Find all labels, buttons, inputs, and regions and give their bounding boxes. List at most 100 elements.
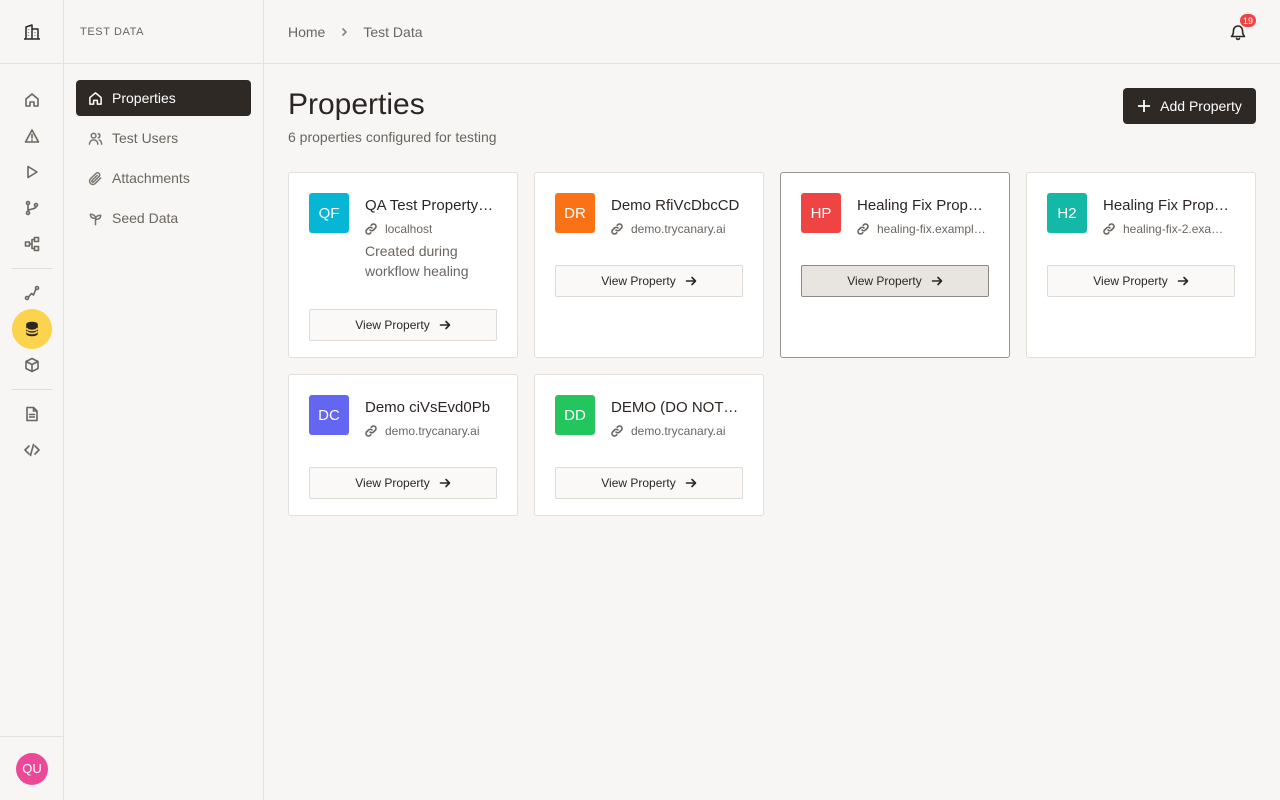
property-name: Demo RfiVcDbcCD [611, 197, 740, 214]
arrow-right-icon [685, 276, 697, 286]
property-name: QA Test Property From Fix [365, 197, 495, 214]
link-icon [365, 223, 377, 235]
workflow-icon [24, 236, 40, 252]
view-property-button[interactable]: View Property [309, 309, 497, 341]
sidebar-item-seed-data[interactable]: Seed Data [76, 200, 251, 236]
property-url-text: healing-fix-2.example.com [1123, 222, 1233, 236]
page-title: Properties [288, 88, 425, 121]
link-icon [857, 223, 869, 235]
play-icon [27, 165, 38, 179]
property-name: Healing Fix Property 2 [1103, 197, 1233, 214]
property-name: Healing Fix Property [857, 197, 987, 214]
test-data-sidebar: TEST DATA Properties Test Users Attachme… [64, 0, 264, 800]
breadcrumb-home-link[interactable]: Home [288, 24, 325, 40]
property-url: healing-fix-2.example.com [1103, 222, 1233, 236]
users-icon [88, 132, 103, 145]
view-property-button[interactable]: View Property [801, 265, 989, 297]
plus-icon [1138, 100, 1151, 112]
rail-branches-button[interactable] [12, 188, 52, 228]
property-url-text: healing-fix.example.com [877, 222, 987, 236]
property-url: demo.trycanary.ai [611, 222, 741, 236]
view-property-label: View Property [601, 476, 676, 490]
property-name: DEMO (DO NOT DELETE) [611, 399, 741, 416]
rail-run-button[interactable] [12, 152, 52, 192]
property-url-text: localhost [385, 222, 433, 236]
view-property-button[interactable]: View Property [1047, 265, 1235, 297]
property-card: H2 Healing Fix Property 2 healing-fix-2.… [1026, 172, 1256, 358]
link-icon [611, 223, 623, 235]
link-icon [611, 425, 623, 437]
home-icon [25, 93, 39, 107]
view-property-label: View Property [601, 274, 676, 288]
rail-workflows-button[interactable] [12, 224, 52, 264]
paperclip-icon [88, 171, 102, 185]
property-card: DD DEMO (DO NOT DELETE) demo.trycanary.a… [534, 374, 764, 516]
sidebar-item-label: Properties [112, 90, 176, 106]
sidebar-item-label: Attachments [112, 170, 190, 186]
alert-triangle-icon [24, 129, 40, 143]
arrow-right-icon [1177, 276, 1189, 286]
app-logo[interactable] [0, 0, 63, 64]
view-property-button[interactable]: View Property [555, 265, 743, 297]
view-property-label: View Property [847, 274, 922, 288]
code-icon [24, 443, 40, 457]
sidebar-item-properties[interactable]: Properties [76, 80, 251, 116]
add-property-button[interactable]: Add Property [1123, 88, 1256, 124]
git-branch-icon [25, 200, 39, 216]
rail-packages-button[interactable] [12, 345, 52, 385]
building-icon [23, 23, 40, 40]
breadcrumb: Home Test Data [288, 24, 423, 40]
rail-routes-button[interactable] [12, 273, 52, 313]
top-bar: Home Test Data 19 [264, 0, 1280, 64]
property-card: HP Healing Fix Property healing-fix.exam… [780, 172, 1010, 358]
notification-count-badge: 19 [1239, 14, 1256, 27]
sidebar-item-test-users[interactable]: Test Users [76, 120, 251, 156]
property-url-text: demo.trycanary.ai [631, 424, 726, 438]
chevron-right-icon [339, 27, 349, 37]
sprout-icon [89, 213, 102, 225]
arrow-right-icon [685, 478, 697, 488]
view-property-label: View Property [1093, 274, 1168, 288]
property-description: Created during workflow healing [365, 243, 469, 279]
home-icon [89, 91, 102, 105]
property-url: healing-fix.example.com [857, 222, 987, 236]
link-icon [365, 425, 377, 437]
property-avatar: HP [801, 193, 841, 233]
property-avatar: DD [555, 395, 595, 435]
property-name: Demo ciVsEvd0Pb [365, 399, 491, 416]
property-url: demo.trycanary.ai [611, 424, 741, 438]
rail-divider [12, 389, 52, 390]
rail-test-data-button[interactable] [12, 309, 52, 349]
arrow-right-icon [439, 478, 451, 488]
arrow-right-icon [931, 276, 943, 286]
property-url-text: demo.trycanary.ai [631, 222, 726, 236]
property-url: demo.trycanary.ai [365, 424, 495, 438]
rail-home-button[interactable] [12, 80, 52, 120]
sidebar-section-title: TEST DATA [64, 0, 263, 64]
rail-divider [12, 268, 52, 269]
page-subtitle: 6 properties configured for testing [288, 129, 497, 145]
database-icon [26, 321, 38, 337]
icon-rail: QU [0, 0, 64, 800]
view-property-label: View Property [355, 318, 430, 332]
breadcrumb-current: Test Data [363, 23, 423, 40]
route-icon [24, 285, 40, 301]
sidebar-item-attachments[interactable]: Attachments [76, 160, 251, 196]
view-property-label: View Property [355, 476, 430, 490]
rail-code-button[interactable] [12, 430, 52, 470]
arrow-right-icon [439, 320, 451, 330]
user-menu[interactable]: QU [0, 736, 64, 800]
property-avatar: DC [309, 395, 349, 435]
rail-docs-button[interactable] [12, 394, 52, 434]
property-card: DR Demo RfiVcDbcCD demo.trycanary.ai Vie… [534, 172, 764, 358]
view-property-button[interactable]: View Property [555, 467, 743, 499]
sidebar-item-label: Seed Data [112, 210, 179, 226]
property-avatar: QF [309, 193, 349, 233]
view-property-button[interactable]: View Property [309, 467, 497, 499]
property-avatar: H2 [1047, 193, 1087, 233]
avatar[interactable]: QU [16, 752, 48, 785]
rail-alerts-button[interactable] [12, 116, 52, 156]
property-avatar: DR [555, 193, 595, 233]
link-icon [1103, 223, 1115, 235]
sidebar-item-label: Test Users [112, 130, 179, 146]
